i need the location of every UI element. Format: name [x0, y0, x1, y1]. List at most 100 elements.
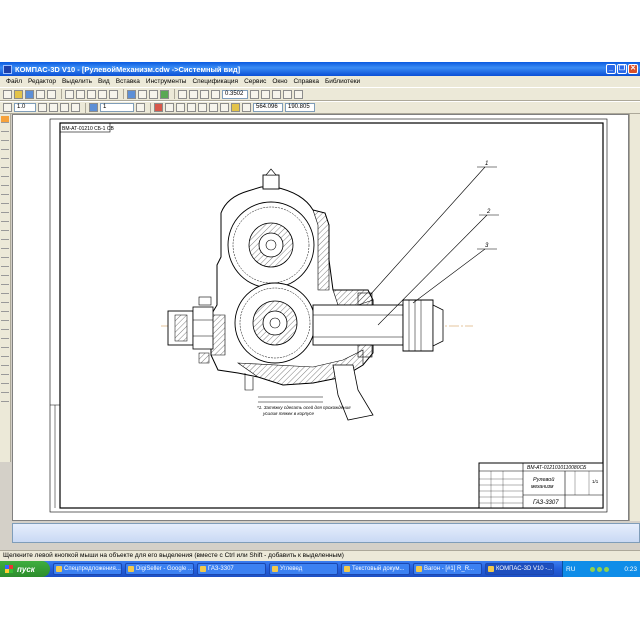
- menu-help[interactable]: Справка: [293, 78, 319, 85]
- auxiliary-line-icon[interactable]: [1, 269, 9, 276]
- taskbar-item[interactable]: Текстовый докум...: [341, 563, 410, 575]
- snap-icon[interactable]: [294, 89, 303, 99]
- bezier-tool-icon[interactable]: [1, 350, 9, 357]
- polyline-tool-icon[interactable]: [1, 215, 9, 222]
- dimensions-tool-icon[interactable]: [1, 125, 9, 132]
- menu-tools[interactable]: Инструменты: [146, 78, 187, 85]
- zoom-value-field[interactable]: 0.3502: [222, 89, 248, 99]
- coord-x-field[interactable]: 564.096: [253, 103, 283, 112]
- menu-service[interactable]: Сервис: [244, 78, 266, 85]
- spec-tool-icon[interactable]: [1, 179, 9, 186]
- arc-tool-icon[interactable]: [1, 233, 9, 240]
- menu-libraries[interactable]: Библиотеки: [325, 78, 360, 85]
- pan-icon[interactable]: [250, 89, 259, 99]
- spline-tool-icon[interactable]: [1, 296, 9, 303]
- show-all-icon[interactable]: [272, 89, 281, 99]
- state-icon[interactable]: [3, 103, 12, 112]
- hatch-tool-icon[interactable]: [1, 305, 9, 312]
- break-tool-icon[interactable]: [1, 386, 9, 393]
- parametrize-tool-icon[interactable]: [1, 152, 9, 159]
- language-indicator[interactable]: RU: [566, 566, 575, 573]
- library-icon[interactable]: [160, 89, 169, 99]
- undo-icon[interactable]: [98, 89, 107, 99]
- drawing-canvas[interactable]: ВМ-АТ-01210 СБ-1 СВ 1 2 3 *1. Затяжку сд…: [12, 114, 629, 521]
- menu-file[interactable]: Файл: [6, 78, 22, 85]
- coordinates-icon[interactable]: [242, 103, 251, 112]
- open-folder-icon[interactable]: [14, 89, 23, 99]
- coord-y-field[interactable]: 190.805: [285, 103, 315, 112]
- style-icon[interactable]: [154, 103, 163, 112]
- window-titlebar[interactable]: КОМПАС-3D V10 - [РулевойМеханизм.cdw ->С…: [0, 62, 640, 76]
- menu-view[interactable]: Вид: [98, 78, 110, 85]
- local-cs-icon[interactable]: [209, 103, 218, 112]
- antivirus-icon[interactable]: [597, 566, 603, 572]
- angle-icon[interactable]: [220, 103, 229, 112]
- refresh-icon[interactable]: [261, 89, 270, 99]
- point-tool-icon[interactable]: [1, 260, 9, 267]
- reports-tool-icon[interactable]: [1, 188, 9, 195]
- properties-icon[interactable]: [176, 103, 185, 112]
- vertical-scrollbar[interactable]: [629, 114, 640, 521]
- taskbar-item[interactable]: ГАЗ-3307: [197, 563, 266, 575]
- taskbar-item-kompas[interactable]: КОМПАС-3D V10 -...: [485, 563, 554, 575]
- volume-icon[interactable]: [604, 566, 610, 572]
- round-icon[interactable]: [198, 103, 207, 112]
- start-button[interactable]: пуск: [0, 561, 50, 577]
- edit-tool-icon[interactable]: [1, 143, 9, 150]
- ellipse-tool-icon[interactable]: [1, 251, 9, 258]
- chamfer-tool-icon[interactable]: [1, 314, 9, 321]
- table-icon[interactable]: [71, 103, 80, 112]
- zoom-all-icon[interactable]: [211, 89, 220, 99]
- extra-tool-icon[interactable]: [1, 395, 9, 402]
- manager-icon[interactable]: [127, 89, 136, 99]
- line-tool-icon[interactable]: [1, 206, 9, 213]
- measure-tool-icon[interactable]: [1, 161, 9, 168]
- zoom-out-icon[interactable]: [189, 89, 198, 99]
- color-icon[interactable]: [165, 103, 174, 112]
- taskbar-item[interactable]: Спецпредложения...: [53, 563, 122, 575]
- select-tool-icon[interactable]: [1, 170, 9, 177]
- preview-icon[interactable]: [47, 89, 56, 99]
- close-button[interactable]: ✕: [628, 64, 638, 74]
- circle-tool-icon[interactable]: [1, 242, 9, 249]
- zoom-in-icon[interactable]: [178, 89, 187, 99]
- menu-specification[interactable]: Спецификация: [192, 78, 238, 85]
- current-layer-icon[interactable]: [89, 103, 98, 112]
- cut-icon[interactable]: [65, 89, 74, 99]
- layers-icon[interactable]: [138, 89, 147, 99]
- menu-insert[interactable]: Вставка: [116, 78, 140, 85]
- zoom-window-icon[interactable]: [200, 89, 209, 99]
- cursor-snap-icon[interactable]: [231, 103, 240, 112]
- view-icon[interactable]: [60, 103, 69, 112]
- menu-window[interactable]: Окно: [272, 78, 287, 85]
- minimize-button[interactable]: _: [606, 64, 616, 74]
- layer-field[interactable]: 1: [100, 103, 134, 112]
- wave-tool-icon[interactable]: [1, 377, 9, 384]
- dropdown-icon[interactable]: [38, 103, 47, 112]
- variables-icon[interactable]: [149, 89, 158, 99]
- properties-panel[interactable]: [12, 523, 640, 543]
- taskbar-item[interactable]: Углевед: [269, 563, 338, 575]
- polygon-tool-icon[interactable]: [1, 287, 9, 294]
- print-icon[interactable]: [36, 89, 45, 99]
- save-icon[interactable]: [25, 89, 34, 99]
- redo-icon[interactable]: [109, 89, 118, 99]
- ortho-icon[interactable]: [187, 103, 196, 112]
- layer-dropdown-icon[interactable]: [136, 103, 145, 112]
- rectangle-tool-icon[interactable]: [1, 278, 9, 285]
- notation-tool-icon[interactable]: [1, 134, 9, 141]
- taskbar-item[interactable]: DigiSeller - Google ...: [125, 563, 194, 575]
- new-document-icon[interactable]: [3, 89, 12, 99]
- insert-tool-icon[interactable]: [1, 197, 9, 204]
- fill-tool-icon[interactable]: [1, 368, 9, 375]
- segment-tool-icon[interactable]: [1, 224, 9, 231]
- scale-field[interactable]: 1.0: [14, 103, 36, 112]
- grid-icon[interactable]: [283, 89, 292, 99]
- geometry-tool-icon[interactable]: [1, 116, 9, 123]
- maximize-button[interactable]: ❐: [617, 64, 627, 74]
- taskbar-item[interactable]: Вагон - [#1] R_R...: [413, 563, 482, 575]
- drawing-sheet[interactable]: ВМ-АТ-01210 СБ-1 СВ 1 2 3 *1. Затяжку сд…: [13, 115, 630, 522]
- macro-tool-icon[interactable]: [1, 359, 9, 366]
- menu-select[interactable]: Выделить: [62, 78, 92, 85]
- layer-state-icon[interactable]: [49, 103, 58, 112]
